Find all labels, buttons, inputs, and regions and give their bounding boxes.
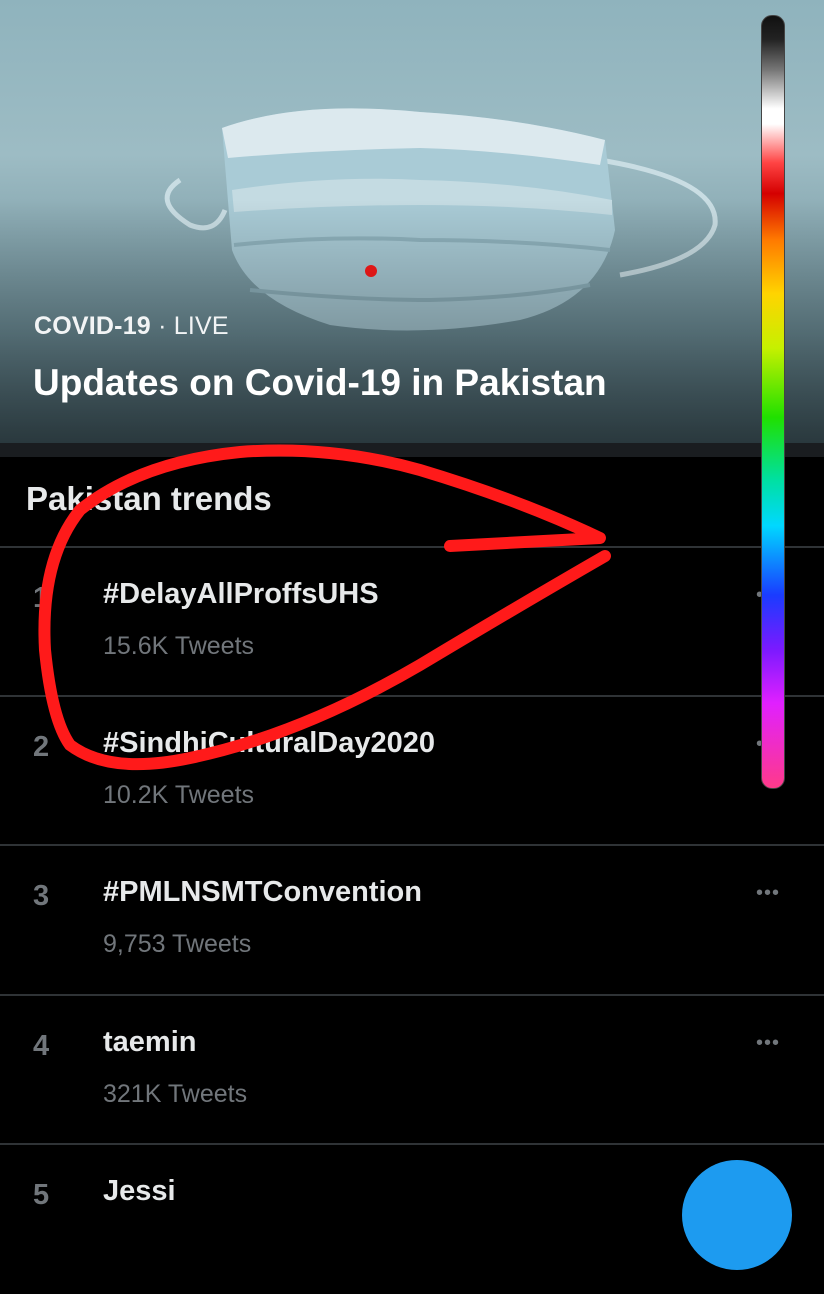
trend-row-2[interactable]: 2 #SindhiCulturalDay2020 10.2K Tweets ••… <box>0 695 824 846</box>
trend-count: 321K Tweets <box>103 1080 248 1108</box>
trend-name[interactable]: taemin <box>103 1026 196 1059</box>
trend-row-1[interactable]: 1 #DelayAllProffsUHS 15.6K Tweets ••• <box>0 546 824 697</box>
compose-button[interactable] <box>682 1160 792 1270</box>
trend-rank: 3 <box>33 880 50 912</box>
hero-status: LIVE <box>173 312 229 340</box>
trend-name[interactable]: #SindhiCulturalDay2020 <box>103 727 435 760</box>
hero-category: COVID-19 <box>34 312 151 340</box>
trend-rank: 4 <box>33 1030 50 1062</box>
more-horizontal-icon[interactable]: ••• <box>756 882 780 905</box>
trends-title: Pakistan trends <box>26 480 272 517</box>
trend-row-4[interactable]: 4 taemin 321K Tweets ••• <box>0 994 824 1145</box>
trend-rank: 5 <box>33 1179 50 1211</box>
hero-title[interactable]: Updates on Covid-19 in Pakistan <box>33 362 607 404</box>
hero-separator: · <box>150 312 174 340</box>
hero-meta: COVID-19 · LIVE <box>34 312 229 341</box>
section-divider <box>0 443 824 457</box>
trend-name[interactable]: Jessi <box>103 1175 176 1208</box>
trend-name[interactable]: #PMLNSMTConvention <box>103 876 422 909</box>
trend-count: 15.6K Tweets <box>103 632 255 660</box>
trend-row-3[interactable]: 3 #PMLNSMTConvention 9,753 Tweets ••• <box>0 844 824 995</box>
trend-rank: 2 <box>33 731 50 763</box>
trend-count: 9,753 Tweets <box>103 930 252 958</box>
more-horizontal-icon[interactable]: ••• <box>756 1032 780 1055</box>
trend-count: 10.2K Tweets <box>103 781 255 809</box>
color-palette-slider[interactable] <box>761 15 785 789</box>
trend-name[interactable]: #DelayAllProffsUHS <box>103 578 379 611</box>
hero-card[interactable]: COVID-19 · LIVE Updates on Covid-19 in P… <box>0 0 824 443</box>
trend-rank: 1 <box>33 582 50 614</box>
